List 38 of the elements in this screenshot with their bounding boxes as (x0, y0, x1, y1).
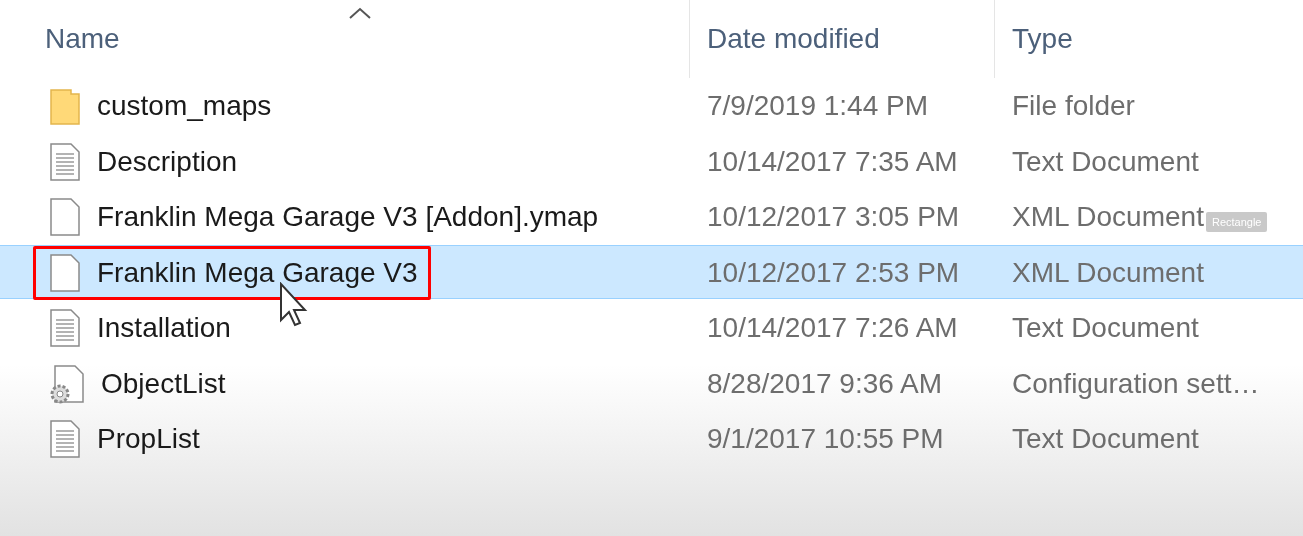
file-name: Installation (97, 312, 231, 344)
file-type: Text Document (1011, 145, 1199, 178)
text-document-icon (49, 308, 81, 348)
file-type: XML Document (1011, 256, 1204, 289)
settings-file-icon (49, 363, 85, 404)
file-row[interactable]: PropList 9/1/2017 10:55 PM Text Document (0, 411, 1303, 465)
sort-caret-icon[interactable] (348, 6, 372, 20)
date-modified: 10/14/2017 7:35 AM (706, 145, 958, 177)
file-row[interactable]: Description 10/14/2017 7:35 AM Text Document (0, 133, 1303, 188)
file-row[interactable]: Installation 10/14/2017 7:26 AM Text Document (0, 300, 1303, 354)
date-modified: 8/28/2017 9:36 AM (706, 367, 943, 399)
column-header[interactable]: Type (1012, 23, 1073, 55)
file-type: XML Document (1011, 201, 1204, 233)
file-name: Franklin Mega Garage V3 [Addon].ymap (97, 201, 599, 233)
file-name: PropList (97, 423, 200, 455)
document-icon (49, 252, 81, 293)
file-type: Text Document (1011, 312, 1199, 344)
date-modified: 9/1/2017 10:55 PM (706, 423, 944, 454)
file-type: Text Document (1011, 423, 1199, 455)
document-icon (49, 197, 81, 237)
date-modified: 7/9/2019 1:44 PM (706, 90, 929, 121)
file-type: Configuration sett… (1011, 367, 1260, 400)
date-modified: 10/12/2017 3:05 PM (706, 201, 960, 232)
file-row[interactable]: custom_maps 7/9/2019 1:44 PM File folder (0, 78, 1303, 132)
file-type: File folder (1011, 90, 1135, 122)
text-document-icon (49, 419, 81, 459)
date-modified: 10/14/2017 7:26 AM (706, 312, 958, 343)
file-row[interactable]: Franklin Mega Garage V3 10/12/2017 2:53 PM XML Document (0, 244, 1303, 299)
file-row[interactable]: ObjectList 8/28/2017 9:36 AM Configuration sett… (0, 355, 1303, 410)
file-name: Franklin Mega Garage V3 (97, 256, 418, 289)
file-name: ObjectList (101, 367, 226, 400)
file-name: Description (97, 145, 238, 178)
date-modified: 10/12/2017 2:53 PM (706, 256, 960, 288)
text-document-icon (49, 141, 81, 182)
column-header[interactable]: Name (45, 23, 120, 55)
column-header[interactable]: Date modified (707, 23, 880, 55)
file-name: custom_maps (97, 90, 272, 122)
folder-icon (49, 86, 81, 126)
